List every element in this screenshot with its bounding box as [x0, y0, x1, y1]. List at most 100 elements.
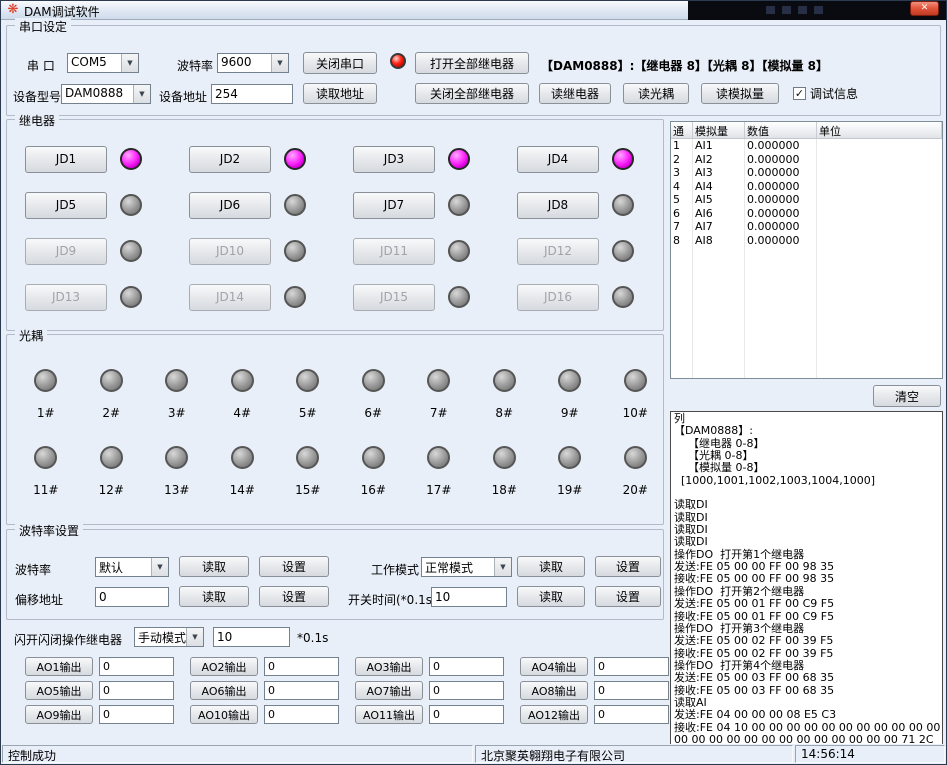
relay-button[interactable]: JD1: [25, 146, 107, 173]
ao-output-input[interactable]: [99, 657, 174, 676]
offset-address-input[interactable]: [95, 587, 169, 607]
ao-output-button[interactable]: AO3输出: [355, 657, 423, 676]
read-address-button[interactable]: 读取地址: [303, 83, 377, 104]
ao-output-input[interactable]: [264, 657, 339, 676]
relay-indicator-light: [284, 240, 306, 262]
baud-default-select[interactable]: 默认 ▼: [95, 557, 169, 577]
ao-output-button[interactable]: AO12输出: [520, 705, 588, 724]
flash-mode-select[interactable]: 手动模式 ▼: [134, 627, 204, 647]
ao-output-button[interactable]: AO11输出: [355, 705, 423, 724]
baud-read-button[interactable]: 读取: [179, 556, 249, 577]
relay-button[interactable]: JD2: [189, 146, 271, 173]
baud-group-title: 波特率设置: [15, 522, 83, 539]
relay-button[interactable]: JD15: [353, 284, 435, 311]
debug-info-checkbox[interactable]: ✓ 调试信息: [793, 85, 858, 102]
relay-button[interactable]: JD10: [189, 238, 271, 265]
ao-output-button[interactable]: AO9输出: [25, 705, 93, 724]
ao-output-input[interactable]: [264, 681, 339, 700]
relay-indicator-light: [284, 148, 306, 170]
relay-button[interactable]: JD11: [353, 238, 435, 265]
clear-button[interactable]: 清空: [873, 385, 941, 407]
device-model-select[interactable]: DAM0888 ▼: [61, 84, 151, 104]
relay-button[interactable]: JD4: [517, 146, 599, 173]
read-opto-button[interactable]: 读光耦: [623, 83, 689, 104]
switch-time-read-button[interactable]: 读取: [517, 586, 585, 607]
ao-output-input[interactable]: [99, 705, 174, 724]
relay-button[interactable]: JD12: [517, 238, 599, 265]
work-mode-read-button[interactable]: 读取: [517, 556, 585, 577]
ao-output-button[interactable]: AO8输出: [520, 681, 588, 700]
port-select[interactable]: COM5 ▼: [67, 53, 139, 73]
ao-output-input[interactable]: [594, 681, 669, 700]
chevron-down-icon: ▼: [133, 85, 150, 103]
relay-button[interactable]: JD13: [25, 284, 107, 311]
opto-channel-label: 12#: [99, 483, 124, 497]
analog-name: AI5: [693, 193, 745, 207]
close-serial-button[interactable]: 关闭串口: [303, 52, 377, 74]
ao-output-input[interactable]: [264, 705, 339, 724]
baudrate-select[interactable]: 9600 ▼: [217, 53, 289, 73]
ao-output-button[interactable]: AO4输出: [520, 657, 588, 676]
ao-output-button[interactable]: AO2输出: [190, 657, 258, 676]
work-mode-value: 正常模式: [422, 558, 494, 576]
opto-group-title: 光耦: [15, 327, 47, 344]
analog-unit: [817, 180, 942, 194]
analog-unit: [817, 207, 942, 221]
log-line: 读取DI: [674, 524, 942, 536]
ao-output-cell: AO11输出: [340, 705, 505, 724]
relay-button[interactable]: JD14: [189, 284, 271, 311]
open-all-relays-button[interactable]: 打开全部继电器: [415, 52, 529, 74]
opto-indicator-light: [427, 446, 450, 469]
baud-set-button[interactable]: 设置: [259, 556, 329, 577]
opto-channel-label: 13#: [164, 483, 189, 497]
debug-log-panel[interactable]: 列【DAM0888】: 【继电器 0-8】 【光耦 0-8】 【模拟量 0-8】…: [670, 411, 943, 748]
switch-time-input[interactable]: [431, 587, 507, 607]
offset-set-button[interactable]: 设置: [259, 586, 329, 607]
work-mode-set-button[interactable]: 设置: [595, 556, 661, 577]
work-mode-select[interactable]: 正常模式 ▼: [421, 557, 512, 577]
status-message: 控制成功: [2, 745, 473, 763]
switch-time-set-button[interactable]: 设置: [595, 586, 661, 607]
opto-channel-label: 6#: [364, 406, 382, 420]
analog-value: 0.000000: [745, 220, 817, 234]
ao-output-button[interactable]: AO6输出: [190, 681, 258, 700]
titlebar: ❋ DAM调试软件 ✕: [0, 0, 947, 20]
opto-indicator-light: [427, 369, 450, 392]
offset-read-button[interactable]: 读取: [179, 586, 249, 607]
analog-table-row: 2 AI2 0.000000: [671, 153, 942, 167]
ao-output-cell: AO9输出: [10, 705, 175, 724]
opto-indicator-light: [493, 446, 516, 469]
ao-output-input[interactable]: [594, 705, 669, 724]
relay-indicator-light: [612, 148, 634, 170]
analog-value: 0.000000: [745, 153, 817, 167]
flash-time-input[interactable]: [213, 627, 290, 647]
ao-output-input[interactable]: [429, 657, 504, 676]
analog-name: AI2: [693, 153, 745, 167]
relay-button[interactable]: JD5: [25, 192, 107, 219]
ao-output-button[interactable]: AO5输出: [25, 681, 93, 700]
ao-output-button[interactable]: AO10输出: [190, 705, 258, 724]
relay-button[interactable]: JD6: [189, 192, 271, 219]
log-line: 【DAM0888】:: [674, 425, 942, 437]
relay-button[interactable]: JD3: [353, 146, 435, 173]
opto-cell: 8#: [472, 369, 538, 420]
close-all-relays-button[interactable]: 关闭全部继电器: [415, 83, 529, 104]
opto-indicator-light: [362, 446, 385, 469]
ao-output-button[interactable]: AO1输出: [25, 657, 93, 676]
read-analog-button[interactable]: 读模拟量: [701, 83, 779, 104]
read-relays-button[interactable]: 读继电器: [539, 83, 611, 104]
close-button[interactable]: ✕: [910, 1, 939, 16]
ao-output-button[interactable]: AO7输出: [355, 681, 423, 700]
ao-output-input[interactable]: [594, 657, 669, 676]
relay-button[interactable]: JD16: [517, 284, 599, 311]
debug-info-label: 调试信息: [810, 85, 858, 102]
ao-output-input[interactable]: [429, 681, 504, 700]
ao-output-input[interactable]: [99, 681, 174, 700]
ao-output-input[interactable]: [429, 705, 504, 724]
relay-button[interactable]: JD7: [353, 192, 435, 219]
opto-cell: 1#: [13, 369, 79, 420]
device-address-input[interactable]: [211, 84, 293, 104]
relay-button[interactable]: JD9: [25, 238, 107, 265]
chevron-down-icon: ▼: [121, 54, 138, 72]
relay-button[interactable]: JD8: [517, 192, 599, 219]
